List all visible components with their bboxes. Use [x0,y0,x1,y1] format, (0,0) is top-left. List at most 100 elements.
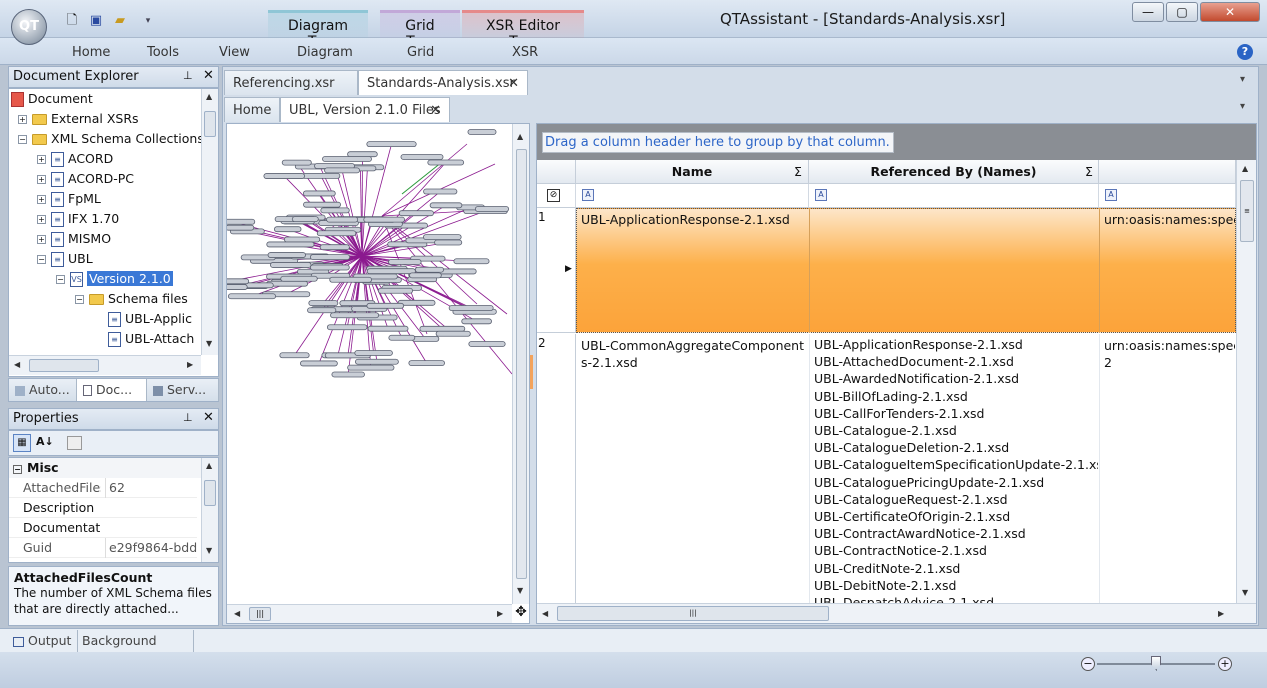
tree-node[interactable]: − Schema files [75,289,188,309]
cell-third[interactable]: urn:oasis:names:specif [1104,337,1235,354]
diagram-node[interactable] [408,360,445,367]
diagram-node[interactable] [324,167,360,174]
tab-home[interactable]: Home [224,97,280,122]
ribbon-tab-view[interactable]: View [219,45,250,60]
diagram-node[interactable] [316,230,357,237]
tab-output[interactable]: Output [8,630,78,652]
diagram-node[interactable] [244,282,274,289]
tab-ubl-files[interactable]: UBL, Version 2.1.0 Files ✕ [280,97,450,122]
filter-type-icon[interactable]: A [1105,189,1117,201]
diagram-node[interactable] [309,254,351,260]
diagram-node[interactable] [354,350,393,356]
diagram-node[interactable] [327,324,368,331]
diagram-node[interactable] [299,360,338,367]
collapse-icon[interactable]: − [75,295,84,304]
diagram-node[interactable] [319,244,350,251]
scroll-down-icon[interactable]: ▼ [206,339,212,348]
new-document-icon[interactable]: 🗋 [64,13,80,29]
scroll-right-icon[interactable]: ▶ [187,360,193,369]
diagram-node[interactable] [422,234,462,241]
cell-name[interactable]: UBL-CommonAggregateComponents-2.1.xsd [581,337,806,371]
diagram-node[interactable] [366,268,416,275]
diagram-node[interactable] [320,207,350,214]
diagram-vertical-scrollbar[interactable]: ▲ ▼ [512,124,529,604]
diagram-vscroll-thumb[interactable] [516,149,527,579]
property-row[interactable]: AttachedFiles 62 [9,478,197,498]
column-header-name[interactable]: Name Σ [576,160,809,184]
property-row[interactable]: Guid e29f9864-bddb- [9,538,197,558]
diagram-node[interactable] [303,201,341,208]
sum-icon[interactable]: Σ [1085,160,1093,184]
zoom-slider-thumb[interactable] [1151,656,1161,670]
tree-vertical-scrollbar[interactable]: ▲ ▼ [201,89,218,355]
diagram-node[interactable] [227,224,255,231]
diagram-node[interactable] [468,341,506,347]
grid-hscroll-thumb[interactable]: ||| [557,606,829,621]
app-menu-button[interactable]: QT [11,9,47,45]
diagram-node[interactable] [322,156,372,162]
properties-scroll-thumb[interactable] [204,480,216,506]
diagram-node[interactable] [308,300,339,306]
scroll-up-icon[interactable]: ▲ [517,132,523,141]
diagram-node[interactable] [307,307,337,314]
grid-vertical-scrollbar[interactable]: ▲ ≡ ▼ [1236,160,1256,603]
qat-dropdown-icon[interactable]: ▾ [140,13,156,29]
diagram-node[interactable] [434,239,463,246]
cell-third[interactable]: urn:oasis:names:specif [1104,211,1235,228]
cell-third-line2[interactable]: 2 [1104,354,1235,371]
diagram-node[interactable] [366,141,417,148]
scroll-right-icon[interactable]: ▶ [1218,609,1224,618]
sum-icon[interactable]: Σ [794,160,802,184]
subtab-list-dropdown-icon[interactable]: ▾ [1240,101,1245,112]
zoom-out-icon[interactable]: − [1081,657,1095,671]
diagram-node[interactable] [301,173,341,179]
pan-move-icon[interactable]: ✥ [513,604,529,623]
diagram-node[interactable] [366,302,405,309]
row-header[interactable]: 1 ▶ [537,208,576,333]
ribbon-tab-diagram[interactable]: Diagram [297,45,353,60]
tree-node[interactable]: + ≡ IFX 1.70 [37,209,119,229]
pin-icon[interactable]: ⊥ [183,411,193,424]
diagram-node[interactable] [263,173,306,179]
diagram-node[interactable] [267,252,307,258]
save-icon[interactable]: ▣ [88,13,104,29]
tree-node[interactable]: Document [11,89,93,109]
diagram-node[interactable] [273,226,302,233]
context-tab-grid-tools[interactable]: Grid To... [380,10,460,50]
tree-node[interactable]: − VS Version 2.1.0 [56,269,173,289]
group-panel[interactable]: Drag a column header here to group by th… [537,124,1256,160]
cell-referenced-by[interactable]: UBL-ApplicationResponse-2.1.xsd UBL-Attac… [814,336,1098,604]
diagram-node[interactable] [331,371,365,378]
diagram-node[interactable] [269,262,312,268]
diagram-node[interactable] [281,159,312,166]
tree-node[interactable]: + ≡ MISMO [37,229,111,249]
diagram-node[interactable] [400,154,444,160]
diagram-node[interactable] [363,216,406,223]
diagram-node[interactable] [302,190,336,197]
scroll-up-icon[interactable]: ▲ [1242,164,1248,173]
row-header[interactable]: 2 [537,334,576,604]
diagram-node[interactable] [347,364,395,371]
sort-alphabetical-icon[interactable]: A↓ [36,435,54,448]
property-category[interactable]: − Misc [9,458,204,478]
property-row[interactable]: Documentatic [9,518,197,538]
diagram-node[interactable] [354,358,399,365]
diagram-node[interactable] [227,293,277,300]
diagram-node[interactable] [398,210,434,217]
tab-auto[interactable]: Auto... [9,379,77,401]
context-tab-xsr-editor-tools[interactable]: XSR Editor To... [462,10,584,50]
tab-list-dropdown-icon[interactable]: ▾ [1240,74,1245,85]
tab-doc[interactable]: Doc... [77,379,147,401]
diagram-node[interactable] [429,202,463,209]
filter-type-icon[interactable]: A [815,189,827,201]
diagram-hscroll-thumb[interactable]: ||| [249,607,271,621]
diagram-node[interactable] [419,325,466,332]
tab-serv[interactable]: Serv... [147,379,219,401]
diagram-node[interactable] [227,218,256,225]
diagram-node[interactable] [409,272,442,279]
diagram-node[interactable] [347,151,378,158]
scroll-right-icon[interactable]: ▶ [497,609,503,618]
tree-node[interactable]: + ≡ ACORD-PC [37,169,134,189]
tab-referencing[interactable]: Referencing.xsr [224,70,358,95]
properties-vertical-scrollbar[interactable]: ▲ ▼ [201,458,218,562]
